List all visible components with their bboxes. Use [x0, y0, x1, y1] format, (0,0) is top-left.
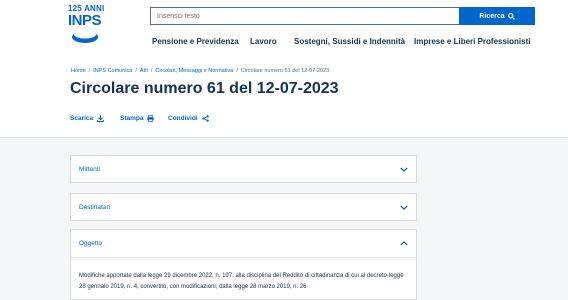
accordion-destinatari[interactable]: Destinatari — [70, 193, 417, 221]
search-button[interactable]: Ricerca — [459, 7, 535, 25]
breadcrumb-current: Circolare numero 61 del 12-07-2023 — [240, 68, 330, 74]
breadcrumb-separator: / — [150, 68, 153, 74]
page-title: Circolare numero 61 del 12-07-2023 — [70, 80, 339, 97]
breadcrumb-home[interactable]: Home — [71, 68, 86, 74]
search-icon — [507, 12, 515, 20]
logo-swoosh-icon — [72, 30, 98, 43]
chevron-down-icon — [400, 204, 408, 210]
share-label: Condividi — [168, 115, 198, 122]
print-button[interactable]: Stampa — [120, 115, 155, 122]
search-button-label: Ricerca — [479, 12, 505, 20]
nav-item-sostegni[interactable]: Sostegni, Sussidi e Indennità — [294, 37, 405, 46]
accordion-label: Oggetto — [79, 240, 103, 247]
breadcrumb-inps-comunica[interactable]: INPS Comunica — [93, 68, 132, 74]
accordion-mittenti[interactable]: Mittenti — [70, 155, 417, 183]
share-icon — [201, 115, 209, 122]
print-label: Stampa — [120, 115, 144, 122]
nav-item-imprese[interactable]: Imprese e Liberi Professionisti — [414, 37, 530, 46]
breadcrumb: Home / INPS Comunica / Atti / Circolari,… — [71, 68, 329, 74]
breadcrumb-circolari[interactable]: Circolari, Messaggi e Normativa — [155, 68, 233, 74]
chevron-up-icon — [400, 241, 408, 246]
breadcrumb-separator: / — [236, 68, 238, 74]
logo-text: INPS — [68, 12, 102, 29]
accordion-label: Mittenti — [79, 165, 100, 173]
breadcrumb-separator: / — [135, 68, 137, 74]
breadcrumb-separator: / — [88, 68, 91, 74]
accordion-label: Destinatari — [79, 203, 111, 211]
share-button[interactable]: Condividi — [168, 115, 209, 122]
chevron-down-icon — [400, 166, 408, 172]
oggetto-text: Modifiche apportate dalla legge 29 dicem… — [79, 273, 404, 290]
site-header: 125 ANNI INPS Ricerca Pensione e Previde… — [0, 0, 568, 58]
download-label: Scarica — [70, 115, 94, 122]
breadcrumb-atti[interactable]: Atti — [140, 68, 148, 74]
nav-item-lavoro[interactable]: Lavoro — [250, 37, 277, 46]
inps-logo[interactable]: 125 ANNI INPS — [68, 4, 104, 44]
search-input[interactable] — [150, 7, 460, 25]
print-icon — [147, 115, 155, 122]
download-button[interactable]: Scarica — [70, 115, 105, 122]
download-icon — [97, 115, 105, 122]
accordion-oggetto-content: Modifiche apportate dalla legge 29 dicem… — [70, 257, 417, 300]
nav-item-pensione[interactable]: Pensione e Previdenza — [152, 37, 239, 46]
accordion-oggetto[interactable]: Oggetto — [70, 229, 417, 257]
